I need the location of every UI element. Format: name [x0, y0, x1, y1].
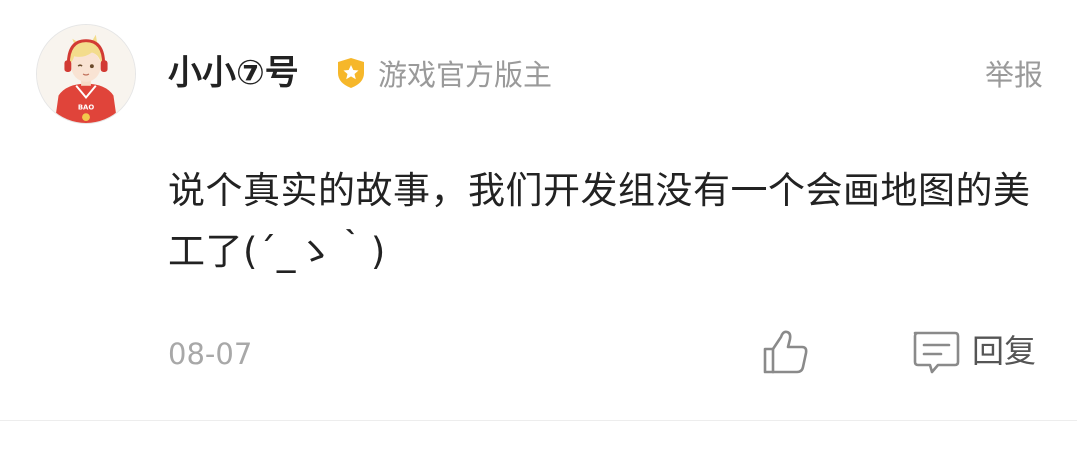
reply-label: 回复 [972, 332, 1037, 370]
svg-text:BAO: BAO [78, 103, 95, 111]
comment-bubble-icon [910, 328, 960, 376]
user-role-label: 游戏官方版主 [378, 58, 553, 92]
comment-date: 08-07 [168, 337, 253, 371]
divider [0, 420, 1077, 421]
thumbs-up-icon [763, 330, 808, 374]
report-button[interactable]: 举报 [985, 55, 1043, 95]
username[interactable]: 小小⑦号 [168, 50, 299, 96]
verified-shield-icon [334, 56, 368, 90]
reply-button[interactable]: 回复 [910, 328, 1050, 378]
comment-text: 说个真实的故事，我们开发组没有一个会画地图的美工了(´_ゝ｀) [168, 169, 1031, 273]
avatar-illustration: BAO [37, 25, 135, 123]
avatar[interactable]: BAO [36, 24, 136, 124]
like-button[interactable] [760, 327, 810, 377]
comment-card: BAO 小小⑦号 游戏官方版主 举报 说个真实的故事，我们开发组没有一个会画地图… [0, 0, 1077, 420]
